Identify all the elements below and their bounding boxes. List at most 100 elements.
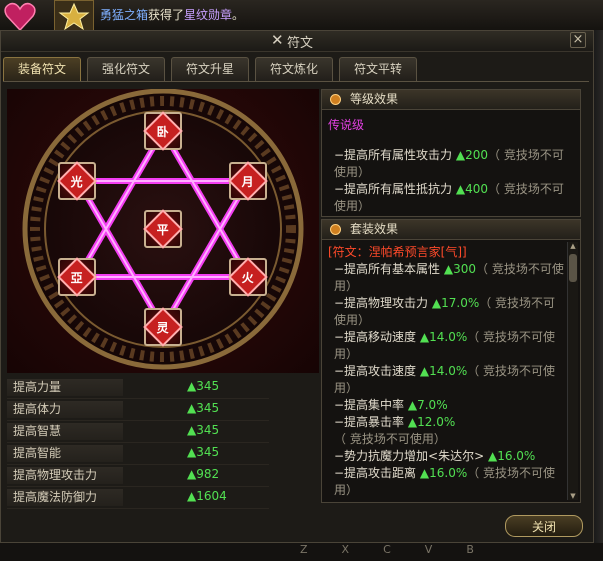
grade-effect-header: 等级效果 <box>322 90 580 110</box>
set-effect-line: −提高暴击率 ▲12.0% （ 竞技场不可使用） <box>334 414 566 448</box>
effect-text: −提高物理攻击力 <box>334 296 432 310</box>
tab-bar: 装备符文 强化符文 符文升星 符文炼化 符文平转 <box>1 57 593 81</box>
notification-tail: 。 <box>232 8 245 22</box>
notification-verb: 获得了 <box>148 8 185 22</box>
effect-text: −提高所有属性抵抗力 <box>334 182 456 196</box>
hotkey-label[interactable]: X <box>342 543 350 556</box>
effect-gain: ▲200 <box>455 148 489 162</box>
stat-row: 提高智能 ▲345 <box>7 443 269 465</box>
effect-gain: ▲400 <box>455 182 489 196</box>
stat-value: ▲345 <box>187 379 220 393</box>
tab-rune-star[interactable]: 符文升星 <box>171 57 249 81</box>
set-effect-line: −提高物理攻击力 ▲17.0%（ 竞技场不可使用） <box>334 295 566 329</box>
effect-gain: ▲16.0% <box>419 466 468 480</box>
grade-effect-panel: 等级效果 传说级 −提高所有属性攻击力 ▲200（ 竞技场不可使用） −提高所有… <box>321 89 581 217</box>
grade-effect-title: 等级效果 <box>350 92 399 106</box>
rune-slot-upper-right[interactable]: 月 <box>228 161 268 201</box>
rune-glyph: 光 <box>70 174 84 189</box>
medal-icon[interactable] <box>54 0 94 32</box>
close-icon[interactable]: × <box>570 32 586 48</box>
close-button[interactable]: 关闭 <box>505 515 583 537</box>
rune-slot-bottom[interactable]: 灵 <box>143 307 183 347</box>
tab-enhance-rune[interactable]: 强化符文 <box>87 57 165 81</box>
scroll-up-icon[interactable]: ▲ <box>569 242 577 250</box>
window-title: 符文 <box>287 36 314 51</box>
rune-slot-upper-left[interactable]: 光 <box>57 161 97 201</box>
set-effect-scrollbar[interactable]: ▲ ▼ <box>567 242 578 500</box>
rune-glyph: 月 <box>241 174 255 189</box>
stat-value: ▲345 <box>187 445 220 459</box>
set-effect-line: −势力抗魔力增加<朱达尔> ▲16.0% <box>334 448 566 465</box>
background-edge <box>594 30 603 543</box>
window-titlebar[interactable]: ✕ 符文 × <box>1 31 593 52</box>
effect-note: （ 竞技场不可使用） <box>334 432 446 446</box>
rune-glyph: 火 <box>241 270 255 285</box>
set-effect-line: −提高集中率 ▲7.0% <box>334 397 566 414</box>
effect-text: −提高所有属性攻击力 <box>334 148 456 162</box>
stat-value: ▲345 <box>187 401 220 415</box>
stat-label: 提高智能 <box>7 445 123 462</box>
stat-label: 提高物理攻击力 <box>7 467 123 484</box>
tab-equip-rune[interactable]: 装备符文 <box>3 57 81 81</box>
tab-rune-transfer[interactable]: 符文平转 <box>339 57 417 81</box>
effect-gain: ▲17.0% <box>431 296 480 310</box>
effect-text: −提高集中率 <box>334 398 408 412</box>
effect-gain: ▲300 <box>443 262 477 276</box>
notification-item[interactable]: 星纹勋章 <box>184 8 232 22</box>
stat-row: 提高智慧 ▲345 <box>7 421 269 443</box>
effect-gain: ▲14.0% <box>419 330 468 344</box>
effect-text: −势力抗魔力增加<朱达尔> <box>334 449 488 463</box>
effect-gain: ▲12.0% <box>407 415 456 429</box>
stat-row: 提高物理攻击力 ▲982 <box>7 465 269 487</box>
rune-slot-lower-right[interactable]: 火 <box>228 257 268 297</box>
stat-label: 提高力量 <box>7 379 123 396</box>
rune-glyph: 卧 <box>156 124 170 139</box>
notification-text: 勇猛之箱获得了星纹勋章。 <box>100 6 244 23</box>
stat-row: 提高力量 ▲345 <box>7 377 269 399</box>
set-name: [符文：涅帕希预言家[气]] <box>328 245 467 259</box>
hotkey-label[interactable]: B <box>466 543 474 556</box>
window-close-glyph: ✕ <box>271 31 284 49</box>
hotkey-label[interactable]: Z <box>300 543 308 556</box>
set-effect-header: 套装效果 <box>322 220 580 240</box>
grade-level: 传说级 <box>328 118 365 132</box>
scroll-down-icon[interactable]: ▼ <box>569 492 577 500</box>
effect-text: −提高暴击率 <box>334 415 408 429</box>
rune-slot-lower-left[interactable]: 亞 <box>57 257 97 297</box>
stat-row: 提高魔法防御力 ▲1604 <box>7 487 269 509</box>
notification-bar: 勇猛之箱获得了星纹勋章。 <box>0 0 603 34</box>
effect-text: −提高移动速度 <box>334 330 420 344</box>
set-effect-line: −提高攻击速度 ▲14.0%（ 竞技场不可使用） <box>334 363 566 397</box>
stat-row: 提高体力 ▲345 <box>7 399 269 421</box>
set-effect-panel: 套装效果 [符文：涅帕希预言家[气]] −提高所有基本属性 ▲300（ 竞技场不… <box>321 219 581 503</box>
set-effect-line: −提高移动速度 ▲14.0%（ 竞技场不可使用） <box>334 329 566 363</box>
grade-effect-line: −提高所有属性抵抗力 ▲400（ 竞技场不可使用） <box>334 181 566 215</box>
rune-glyph: 灵 <box>156 320 170 335</box>
rune-window: ✕ 符文 × 装备符文 强化符文 符文升星 符文炼化 符文平转 卧 光 月 平 … <box>0 30 594 543</box>
stat-list: 提高力量 ▲345 提高体力 ▲345 提高智慧 ▲345 提高智能 ▲345 提高物理… <box>7 377 269 509</box>
stat-value: ▲345 <box>187 423 220 437</box>
grade-effect-line: −提高所有属性攻击力 ▲200（ 竞技场不可使用） <box>334 147 566 181</box>
effect-text: −提高所有基本属性 <box>334 262 444 276</box>
rune-circle-panel: 卧 光 月 平 亞 火 灵 <box>7 89 319 373</box>
orb-icon <box>330 94 341 105</box>
rune-slot-center[interactable]: 平 <box>143 209 183 249</box>
effect-gain: ▲16.0% <box>487 449 536 463</box>
stat-label: 提高魔法防御力 <box>7 489 123 506</box>
rune-glyph: 亞 <box>70 270 84 285</box>
hotkey-label[interactable]: V <box>425 543 433 556</box>
rune-slot-top[interactable]: 卧 <box>143 111 183 151</box>
stat-label: 提高智慧 <box>7 423 123 440</box>
stat-value: ▲982 <box>187 467 220 481</box>
stat-label: 提高体力 <box>7 401 123 418</box>
scroll-thumb[interactable] <box>569 254 577 282</box>
tab-rune-refine[interactable]: 符文炼化 <box>255 57 333 81</box>
set-effect-line: −提高攻击距离 ▲16.0%（ 竞技场不可使用） <box>334 465 566 499</box>
set-effect-line: −提高所有基本属性 ▲300（ 竞技场不可使用） <box>334 261 566 295</box>
hotkey-label[interactable]: C <box>383 543 391 556</box>
effect-gain: ▲14.0% <box>419 364 468 378</box>
effect-gain: ▲7.0% <box>407 398 448 412</box>
set-effect-title: 套装效果 <box>350 222 399 236</box>
rune-glyph: 平 <box>156 222 170 237</box>
heart-icon <box>2 0 38 34</box>
